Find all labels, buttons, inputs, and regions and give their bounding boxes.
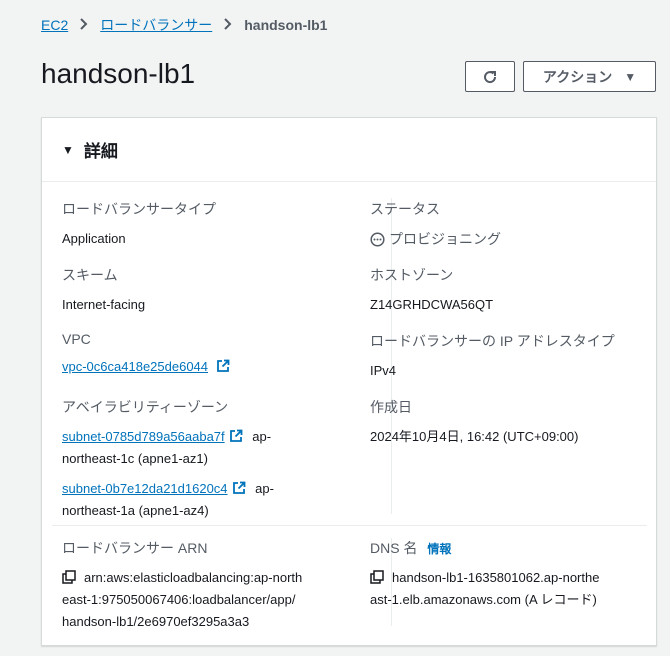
az-label: アベイラビリティーゾーン bbox=[62, 399, 229, 415]
hosted-zone-label: ホストゾーン bbox=[370, 267, 454, 283]
dns-field: DNS 名 情報 handson-lb1-1635801062.ap-north… bbox=[370, 538, 640, 611]
page-title: handson-lb1 bbox=[41, 58, 196, 89]
created-value: 2024年10月4日, 16:42 (UTC+09:00) bbox=[370, 429, 579, 444]
subnet-2-az: ap- bbox=[255, 481, 274, 496]
scheme-field: スキーム Internet-facing bbox=[62, 265, 145, 316]
refresh-button[interactable] bbox=[465, 61, 515, 92]
section-divider bbox=[52, 525, 647, 526]
vpc-field: VPC vpc-0c6ca418e25de6044 bbox=[62, 331, 230, 378]
ip-type-field: ロードバランサーの IP アドレスタイプ IPv4 bbox=[370, 331, 615, 382]
arn-field: ロードバランサー ARN arn:aws:elasticloadbalancin… bbox=[62, 538, 342, 633]
vpc-label: VPC bbox=[62, 331, 91, 347]
dns-value-line2: ast-1.elb.amazonaws.com (A レコード) bbox=[370, 592, 597, 607]
arn-value-line3: handson-lb1/2e6970ef3295a3a3 bbox=[62, 614, 250, 629]
scheme-value: Internet-facing bbox=[62, 297, 146, 312]
copy-icon[interactable] bbox=[62, 570, 76, 584]
dns-value-line1: handson-lb1-1635801062.ap-northe bbox=[392, 570, 600, 585]
subnet-1-az: ap- bbox=[252, 429, 272, 444]
breadcrumb-load-balancers[interactable]: ロードバランサー bbox=[100, 15, 212, 35]
breadcrumb-ec2[interactable]: EC2 bbox=[41, 17, 68, 33]
hosted-zone-value: Z14GRHDCWA56QT bbox=[370, 297, 494, 312]
created-field: 作成日 2024年10月4日, 16:42 (UTC+09:00) bbox=[370, 397, 578, 448]
details-header[interactable]: ▼ 詳細 bbox=[42, 118, 656, 182]
external-link-icon[interactable] bbox=[229, 429, 243, 443]
lb-type-value: Application bbox=[62, 231, 126, 246]
pending-status-icon bbox=[370, 232, 385, 247]
copy-icon[interactable] bbox=[370, 570, 384, 584]
status-value: プロビジョニング bbox=[389, 231, 501, 247]
details-title: 詳細 bbox=[83, 142, 118, 161]
ip-type-label: ロードバランサーの IP アドレスタイプ bbox=[370, 333, 615, 349]
subnet-2-entry: subnet-0b7e12da21d1620c4 ap- northeast-1… bbox=[62, 478, 342, 522]
scheme-label: スキーム bbox=[62, 267, 118, 283]
lb-type-field: ロードバランサータイプ Application bbox=[62, 199, 216, 250]
arn-value-line1: arn:aws:elasticloadbalancing:ap-north bbox=[84, 570, 303, 585]
subnet-1-entry: subnet-0785d789a56aaba7f ap- northeast-1… bbox=[62, 426, 342, 470]
hosted-zone-field: ホストゾーン Z14GRHDCWA56QT bbox=[370, 265, 493, 316]
subnet-1-az-cont: northeast-1c (apne1-az1) bbox=[62, 451, 208, 466]
az-field: アベイラビリティーゾーン subnet-0785d789a56aaba7f ap… bbox=[62, 397, 342, 522]
created-label: 作成日 bbox=[370, 399, 412, 415]
details-panel: ▼ 詳細 ロードバランサータイプ Application スキーム Intern… bbox=[41, 117, 657, 646]
vpc-link[interactable]: vpc-0c6ca418e25de6044 bbox=[62, 359, 208, 374]
subnet-2-az-cont: northeast-1a (apne1-az4) bbox=[62, 503, 209, 518]
actions-label: アクション bbox=[542, 68, 613, 85]
lb-type-label: ロードバランサータイプ bbox=[62, 201, 216, 217]
breadcrumb: EC2 ロードバランサー handson-lb1 bbox=[41, 15, 327, 35]
dns-info-link[interactable]: 情報 bbox=[427, 542, 451, 556]
chevron-right-icon bbox=[224, 17, 232, 33]
status-label: ステータス bbox=[370, 201, 440, 217]
chevron-right-icon bbox=[80, 17, 88, 33]
caret-down-icon: ▼ bbox=[624, 69, 637, 84]
external-link-icon[interactable] bbox=[216, 359, 230, 373]
arn-value-line2: east-1:975050067406:loadbalancer/app/ bbox=[62, 592, 296, 607]
actions-dropdown-button[interactable]: アクション ▼ bbox=[523, 61, 656, 92]
dns-label: DNS 名 bbox=[370, 540, 418, 556]
external-link-icon[interactable] bbox=[232, 481, 246, 495]
subnet-2-link[interactable]: subnet-0b7e12da21d1620c4 bbox=[62, 481, 228, 496]
arn-label: ロードバランサー ARN bbox=[62, 540, 208, 556]
status-field: ステータス プロビジョニング bbox=[370, 199, 501, 250]
caret-down-icon: ▼ bbox=[62, 142, 74, 157]
breadcrumb-current: handson-lb1 bbox=[244, 17, 328, 33]
subnet-1-link[interactable]: subnet-0785d789a56aaba7f bbox=[62, 429, 225, 444]
ip-type-value: IPv4 bbox=[370, 363, 397, 378]
refresh-icon bbox=[484, 70, 497, 83]
